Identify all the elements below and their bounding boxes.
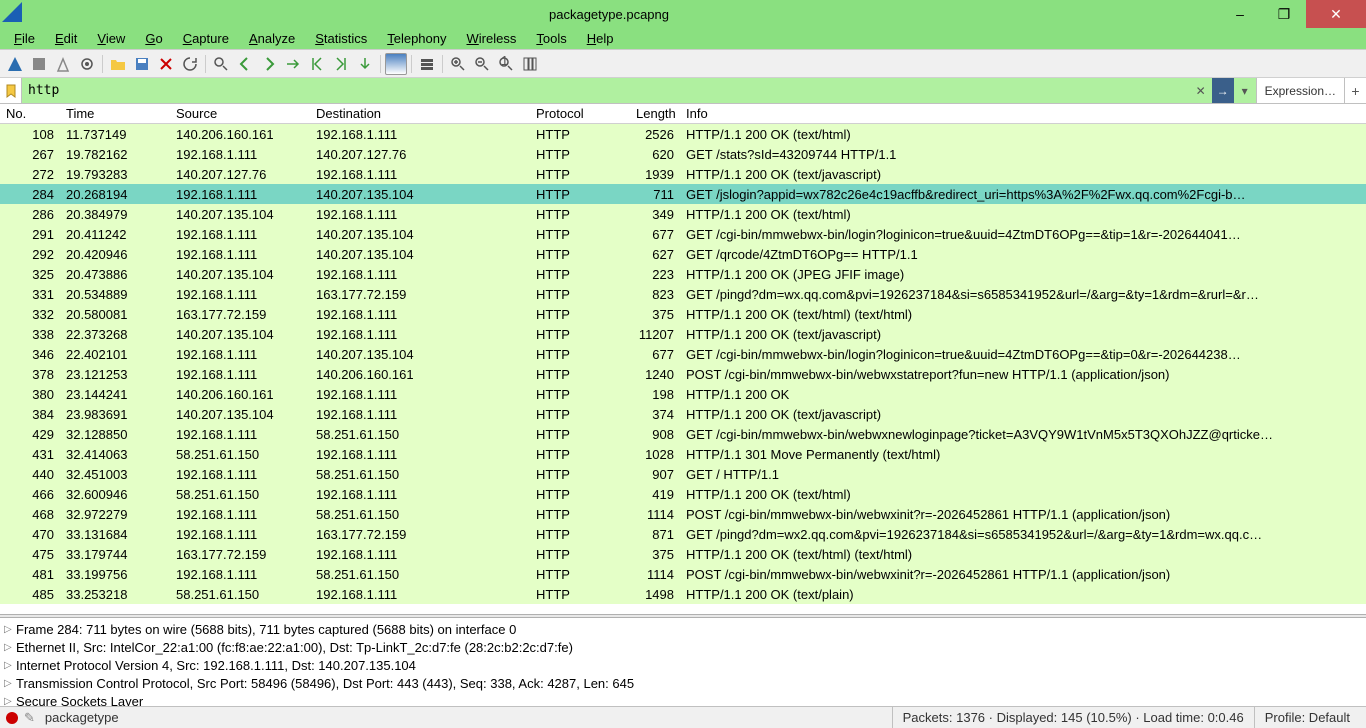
packet-row[interactable]: 38423.983691140.207.135.104192.168.1.111… [0,404,1366,424]
capture-options-icon[interactable] [76,53,98,75]
go-to-packet-icon[interactable] [282,53,304,75]
detail-line[interactable]: ▷Transmission Control Protocol, Src Port… [0,674,1366,692]
col-source[interactable]: Source [170,106,310,121]
col-no[interactable]: No. [0,106,60,121]
packet-row[interactable]: 43132.41406358.251.61.150192.168.1.111HT… [0,444,1366,464]
packet-row[interactable]: 38023.144241140.206.160.161192.168.1.111… [0,384,1366,404]
status-profile[interactable]: Profile: Default [1254,707,1360,728]
col-destination[interactable]: Destination [310,106,530,121]
zoom-in-icon[interactable] [447,53,469,75]
open-file-icon[interactable] [107,53,129,75]
status-bar: ✎ packagetype Packets: 1376 · Displayed:… [0,706,1366,728]
packet-row[interactable]: 27219.793283140.207.127.76192.168.1.111H… [0,164,1366,184]
close-button[interactable]: ✕ [1306,0,1366,28]
detail-line[interactable]: ▷Ethernet II, Src: IntelCor_22:a1:00 (fc… [0,638,1366,656]
packet-list[interactable]: 10811.737149140.206.160.161192.168.1.111… [0,124,1366,614]
menu-analyze[interactable]: Analyze [239,29,305,48]
display-filter-bar: ✕ → ▾ Expression… + [0,78,1366,104]
packet-row[interactable]: 29220.420946192.168.1.111140.207.135.104… [0,244,1366,264]
menu-telephony[interactable]: Telephony [377,29,456,48]
detail-line[interactable]: ▷Frame 284: 711 bytes on wire (5688 bits… [0,620,1366,638]
go-back-icon[interactable] [234,53,256,75]
stop-capture-icon[interactable] [28,53,50,75]
filter-apply-button[interactable]: → [1212,78,1234,103]
packet-row[interactable]: 33120.534889192.168.1.111163.177.72.159H… [0,284,1366,304]
col-info[interactable]: Info [680,106,1366,121]
app-fin-icon [2,2,22,22]
packet-row[interactable]: 32520.473886140.207.135.104192.168.1.111… [0,264,1366,284]
start-capture-icon[interactable] [4,53,26,75]
menu-file[interactable]: File [4,29,45,48]
menu-tools[interactable]: Tools [526,29,576,48]
reload-file-icon[interactable] [179,53,201,75]
packet-row[interactable]: 44032.451003192.168.1.11158.251.61.150HT… [0,464,1366,484]
status-packets: Packets: 1376 · Displayed: 145 (10.5%) ·… [892,707,1254,728]
menu-capture[interactable]: Capture [173,29,239,48]
display-filter-input[interactable] [22,78,1190,103]
packet-row[interactable]: 33822.373268140.207.135.104192.168.1.111… [0,324,1366,344]
menu-bar: FileEditViewGoCaptureAnalyzeStatisticsTe… [0,28,1366,50]
menu-statistics[interactable]: Statistics [305,29,377,48]
packet-row[interactable]: 29120.411242192.168.1.111140.207.135.104… [0,224,1366,244]
packet-row[interactable]: 10811.737149140.206.160.161192.168.1.111… [0,124,1366,144]
menu-edit[interactable]: Edit [45,29,87,48]
zoom-out-icon[interactable] [471,53,493,75]
maximize-button[interactable]: ❐ [1262,0,1306,28]
colorize-icon[interactable] [385,53,407,75]
save-file-icon[interactable] [131,53,153,75]
zoom-reset-icon[interactable]: 1 [495,53,517,75]
find-packet-icon[interactable] [210,53,232,75]
filter-add-button[interactable]: + [1344,78,1366,103]
main-toolbar: 1 [0,50,1366,78]
expression-button[interactable]: Expression… [1256,78,1344,103]
status-file: packagetype [45,710,892,725]
packet-row[interactable]: 47033.131684192.168.1.111163.177.72.159H… [0,524,1366,544]
minimize-button[interactable]: – [1218,0,1262,28]
packet-row[interactable]: 48533.25321858.251.61.150192.168.1.111HT… [0,584,1366,604]
packet-details[interactable]: ▷Frame 284: 711 bytes on wire (5688 bits… [0,618,1366,708]
packet-row[interactable]: 28420.268194192.168.1.111140.207.135.104… [0,184,1366,204]
packet-row[interactable]: 42932.128850192.168.1.11158.251.61.150HT… [0,424,1366,444]
toggle-icon[interactable] [416,53,438,75]
resize-columns-icon[interactable] [519,53,541,75]
auto-scroll-icon[interactable] [354,53,376,75]
expert-info-icon[interactable] [6,712,18,724]
col-length[interactable]: Length [630,106,680,121]
go-last-icon[interactable] [330,53,352,75]
menu-view[interactable]: View [87,29,135,48]
packet-row[interactable]: 26719.782162192.168.1.111140.207.127.76H… [0,144,1366,164]
detail-line[interactable]: ▷Internet Protocol Version 4, Src: 192.1… [0,656,1366,674]
menu-go[interactable]: Go [135,29,172,48]
restart-capture-icon[interactable] [52,53,74,75]
packet-row[interactable]: 47533.179744163.177.72.159192.168.1.111H… [0,544,1366,564]
svg-text:1: 1 [501,56,508,68]
title-bar: packagetype.pcapng – ❐ ✕ [0,0,1366,28]
packet-list-header: No. Time Source Destination Protocol Len… [0,104,1366,124]
col-time[interactable]: Time [60,106,170,121]
wand-icon[interactable]: ✎ [24,710,35,726]
packet-row[interactable]: 48133.199756192.168.1.11158.251.61.150HT… [0,564,1366,584]
menu-wireless[interactable]: Wireless [457,29,527,48]
packet-row[interactable]: 34622.402101192.168.1.111140.207.135.104… [0,344,1366,364]
packet-row[interactable]: 46832.972279192.168.1.11158.251.61.150HT… [0,504,1366,524]
col-protocol[interactable]: Protocol [530,106,630,121]
packet-row[interactable]: 28620.384979140.207.135.104192.168.1.111… [0,204,1366,224]
go-forward-icon[interactable] [258,53,280,75]
window-title: packagetype.pcapng [0,7,1218,22]
filter-clear-button[interactable]: ✕ [1190,78,1212,103]
packet-row[interactable]: 37823.121253192.168.1.111140.206.160.161… [0,364,1366,384]
close-file-icon[interactable] [155,53,177,75]
filter-dropdown-icon[interactable]: ▾ [1234,78,1256,103]
filter-bookmark-icon[interactable] [0,78,22,103]
packet-row[interactable]: 33220.580081163.177.72.159192.168.1.111H… [0,304,1366,324]
packet-row[interactable]: 46632.60094658.251.61.150192.168.1.111HT… [0,484,1366,504]
menu-help[interactable]: Help [577,29,624,48]
go-first-icon[interactable] [306,53,328,75]
